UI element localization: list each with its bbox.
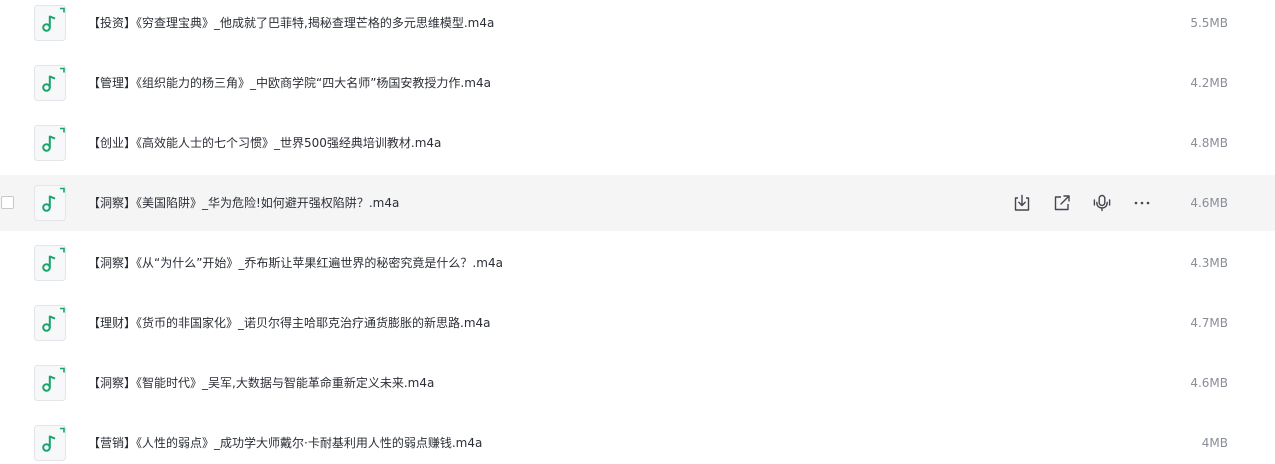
file-name[interactable]: 【洞察】《从“为什么”开始》_乔布斯让苹果红遍世界的秘密究竟是什么？.m4a: [88, 235, 503, 291]
file-name[interactable]: 【管理】《组织能力的杨三角》_中欧商学院“四大名师”杨国安教授力作.m4a: [88, 55, 491, 111]
file-name[interactable]: 【创业】《高效能人士的七个习惯》_世界500强经典培训教材.m4a: [88, 115, 441, 171]
row-checkbox[interactable]: [1, 196, 14, 209]
file-size: 4.8MB: [1190, 136, 1228, 150]
file-size: 4.6MB: [1190, 376, 1228, 390]
file-size: 4MB: [1201, 436, 1228, 450]
file-row[interactable]: 【投资】《穷查理宝典》_他成就了巴菲特,揭秘查理芒格的多元思维模型.m4a 5.…: [0, 0, 1275, 51]
file-row[interactable]: 【洞察】《从“为什么”开始》_乔布斯让苹果红遍世界的秘密究竟是什么？.m4a 4…: [0, 235, 1275, 291]
music-note-icon[interactable]: [34, 125, 66, 161]
file-list: 【投资】《穷查理宝典》_他成就了巴菲特,揭秘查理芒格的多元思维模型.m4a 5.…: [0, 0, 1275, 464]
music-note-icon[interactable]: [34, 185, 66, 221]
music-note-icon[interactable]: [34, 245, 66, 281]
file-name[interactable]: 【洞察】《智能时代》_吴军,大数据与智能革命重新定义未来.m4a: [88, 355, 434, 411]
music-note-icon[interactable]: [34, 425, 66, 461]
transcribe-icon[interactable]: [1092, 193, 1112, 213]
file-size: 4.7MB: [1190, 316, 1228, 330]
download-icon[interactable]: [1012, 193, 1032, 213]
file-name[interactable]: 【投资】《穷查理宝典》_他成就了巴菲特,揭秘查理芒格的多元思维模型.m4a: [88, 0, 494, 51]
file-name[interactable]: 【洞察】《美国陷阱》_华为危险!如何避开强权陷阱？.m4a: [88, 175, 399, 231]
share-icon[interactable]: [1052, 193, 1072, 213]
more-icon[interactable]: [1132, 193, 1152, 213]
file-size: 4.6MB: [1190, 196, 1228, 210]
music-note-icon[interactable]: [34, 65, 66, 101]
file-row[interactable]: 【营销】《人性的弱点》_成功学大师戴尔·卡耐基利用人性的弱点赚钱.m4a 4MB: [0, 415, 1275, 464]
file-size: 5.5MB: [1190, 16, 1228, 30]
file-name[interactable]: 【理财】《货币的非国家化》_诺贝尔得主哈耶克治疗通货膨胀的新思路.m4a: [88, 295, 491, 351]
row-actions: [1012, 175, 1158, 231]
file-row[interactable]: 【理财】《货币的非国家化》_诺贝尔得主哈耶克治疗通货膨胀的新思路.m4a 4.7…: [0, 295, 1275, 351]
file-name[interactable]: 【营销】《人性的弱点》_成功学大师戴尔·卡耐基利用人性的弱点赚钱.m4a: [88, 415, 482, 464]
file-row[interactable]: 【洞察】《智能时代》_吴军,大数据与智能革命重新定义未来.m4a 4.6MB: [0, 355, 1275, 411]
file-row[interactable]: 【管理】《组织能力的杨三角》_中欧商学院“四大名师”杨国安教授力作.m4a 4.…: [0, 55, 1275, 111]
music-note-icon[interactable]: [34, 5, 66, 41]
file-row-hovered[interactable]: 【洞察】《美国陷阱》_华为危险!如何避开强权陷阱？.m4a 4.6MB: [0, 175, 1275, 231]
file-size: 4.2MB: [1190, 76, 1228, 90]
file-row[interactable]: 【创业】《高效能人士的七个习惯》_世界500强经典培训教材.m4a 4.8MB: [0, 115, 1275, 171]
music-note-icon[interactable]: [34, 365, 66, 401]
music-note-icon[interactable]: [34, 305, 66, 341]
file-size: 4.3MB: [1190, 256, 1228, 270]
